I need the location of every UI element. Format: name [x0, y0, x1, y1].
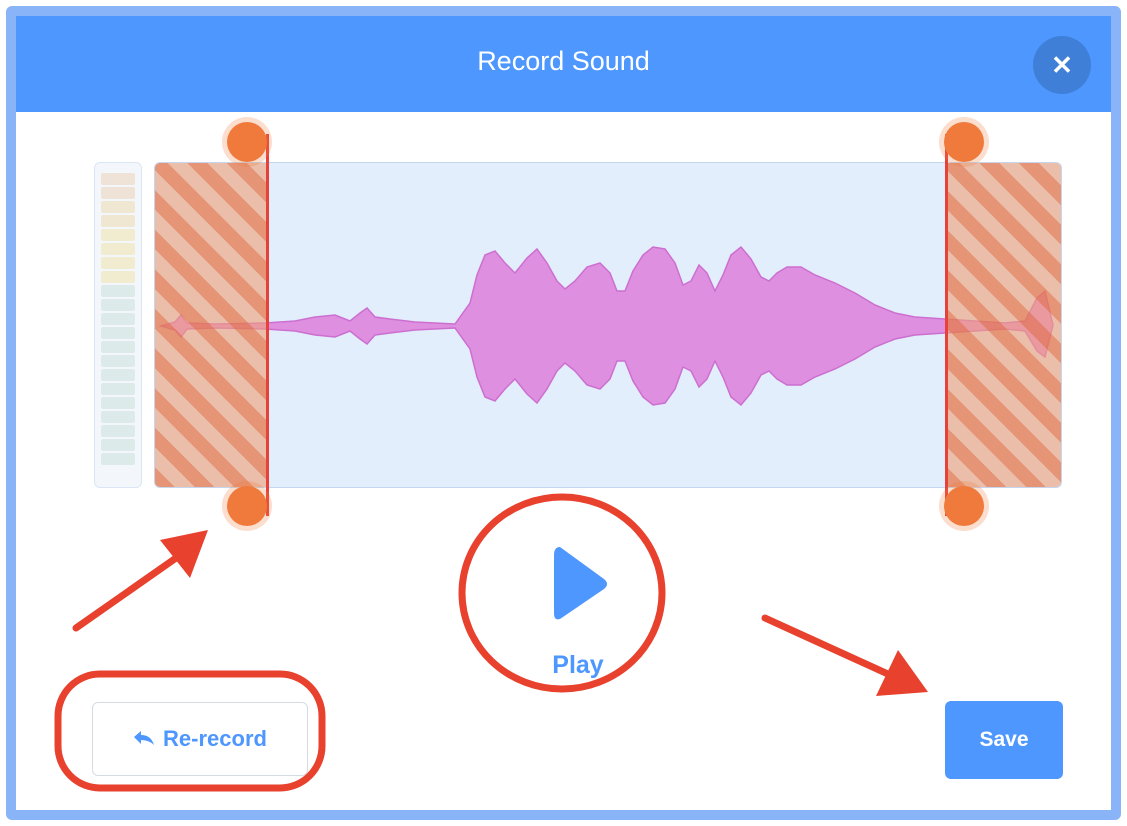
- level-segment: [101, 383, 135, 395]
- level-segment: [101, 285, 135, 297]
- trim-end-handle-bottom[interactable]: [944, 486, 984, 526]
- level-segment: [101, 173, 135, 185]
- trim-region-left: [155, 163, 269, 487]
- level-segment: [101, 411, 135, 423]
- trim-end-line: [945, 134, 948, 516]
- trim-region-right: [947, 163, 1061, 487]
- level-segment: [101, 327, 135, 339]
- dialog-header: Record Sound ✕: [16, 16, 1111, 112]
- level-segment: [101, 425, 135, 437]
- close-button[interactable]: ✕: [1033, 36, 1091, 94]
- play-icon: [554, 547, 607, 620]
- close-icon: ✕: [1051, 50, 1073, 80]
- dialog-title: Record Sound: [477, 46, 650, 76]
- undo-icon: [134, 731, 155, 745]
- level-segment: [101, 187, 135, 199]
- level-segment: [101, 355, 135, 367]
- level-segment: [101, 439, 135, 451]
- level-segment: [101, 397, 135, 409]
- trim-start-handle-bottom[interactable]: [227, 486, 267, 526]
- trim-start-line: [266, 134, 269, 516]
- level-segment: [101, 201, 135, 213]
- record-sound-dialog: Record Sound ✕ Play Re-record Save: [6, 6, 1121, 820]
- play-button[interactable]: Play: [486, 513, 670, 697]
- waveform: [158, 245, 1054, 407]
- level-segment: [101, 299, 135, 311]
- level-segment: [101, 313, 135, 325]
- save-label: Save: [979, 728, 1029, 751]
- level-segment: [101, 453, 135, 465]
- save-button[interactable]: Save: [945, 701, 1063, 779]
- level-segment: [101, 369, 135, 381]
- level-segment: [101, 243, 135, 255]
- rerecord-label: Re-record: [163, 726, 267, 751]
- rerecord-button[interactable]: Re-record: [92, 702, 308, 776]
- level-segment: [101, 229, 135, 241]
- level-segment: [101, 257, 135, 269]
- volume-level-meter: [94, 162, 142, 488]
- level-segment: [101, 341, 135, 353]
- waveform-area[interactable]: [154, 162, 1062, 488]
- trim-end-handle-top[interactable]: [944, 122, 984, 162]
- trim-start-handle-top[interactable]: [227, 122, 267, 162]
- play-label: Play: [552, 651, 604, 679]
- level-segment: [101, 271, 135, 283]
- level-segment: [101, 215, 135, 227]
